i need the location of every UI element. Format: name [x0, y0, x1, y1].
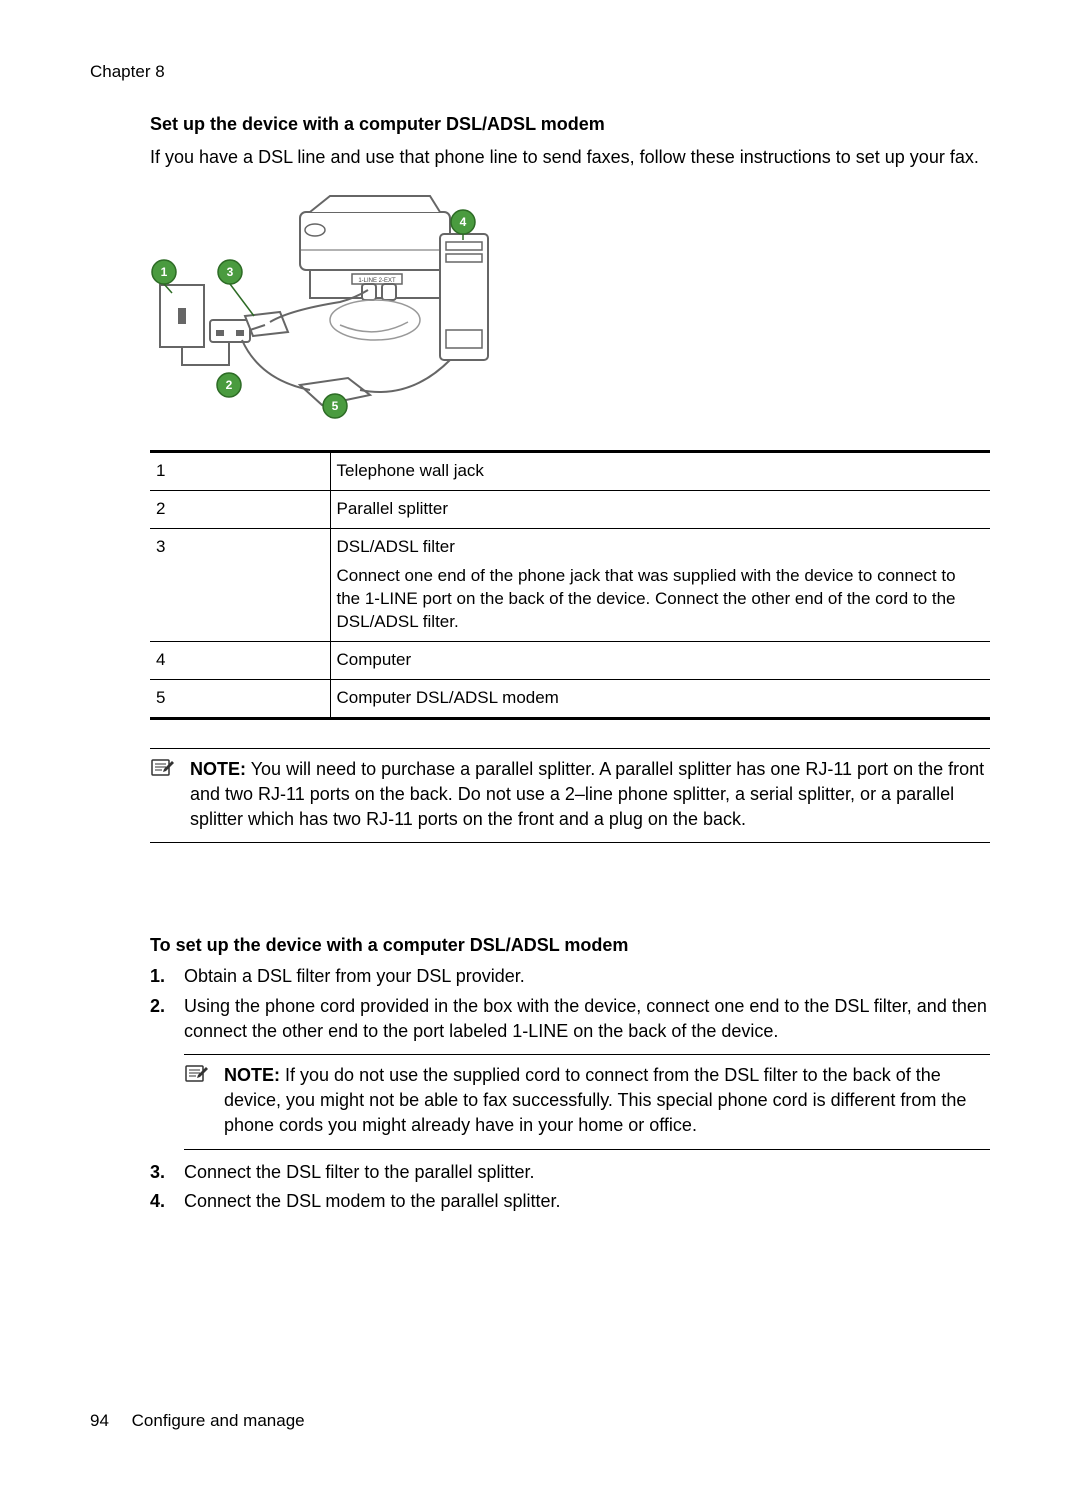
steps-list: Obtain a DSL filter from your DSL provid…	[150, 964, 990, 1214]
legend-desc: Parallel splitter	[330, 491, 990, 529]
step-text: Using the phone cord provided in the box…	[184, 996, 987, 1041]
note-icon	[150, 757, 178, 786]
table-row: 4 Computer	[150, 641, 990, 679]
note-label: NOTE:	[190, 759, 246, 779]
legend-num: 4	[150, 641, 330, 679]
legend-desc: Telephone wall jack	[330, 452, 990, 491]
step-item: Connect the DSL filter to the parallel s…	[150, 1160, 990, 1185]
svg-text:2: 2	[226, 378, 233, 392]
legend-num: 3	[150, 529, 330, 642]
svg-text:3: 3	[227, 265, 234, 279]
legend-num: 1	[150, 452, 330, 491]
note-box: NOTE: If you do not use the supplied cor…	[184, 1054, 990, 1150]
legend-body: 1 Telephone wall jack 2 Parallel splitte…	[150, 452, 990, 719]
legend-desc: DSL/ADSL filter Connect one end of the p…	[330, 529, 990, 642]
note-body: If you do not use the supplied cord to c…	[224, 1065, 966, 1135]
step-item: Connect the DSL modem to the parallel sp…	[150, 1189, 990, 1214]
legend-subdesc: Connect one end of the phone jack that w…	[337, 565, 981, 634]
note-text: NOTE: You will need to purchase a parall…	[190, 757, 990, 833]
table-row: 1 Telephone wall jack	[150, 452, 990, 491]
legend-table: 1 Telephone wall jack 2 Parallel splitte…	[150, 450, 990, 720]
setup-diagram: 1-LINE 2-EXT	[150, 190, 990, 420]
legend-desc: Computer	[330, 641, 990, 679]
table-row: 5 Computer DSL/ADSL modem	[150, 679, 990, 718]
step-item: Using the phone cord provided in the box…	[150, 994, 990, 1150]
intro-paragraph: If you have a DSL line and use that phon…	[150, 145, 990, 170]
page-footer: 94 Configure and manage	[90, 1409, 305, 1433]
subsection-title: To set up the device with a computer DSL…	[150, 933, 990, 958]
main-content: Set up the device with a computer DSL/AD…	[150, 112, 990, 1214]
chapter-header: Chapter 8	[90, 60, 990, 84]
footer-section-name: Configure and manage	[132, 1411, 305, 1430]
section-title: Set up the device with a computer DSL/AD…	[150, 112, 990, 137]
table-row: 2 Parallel splitter	[150, 491, 990, 529]
svg-text:1: 1	[161, 265, 168, 279]
note-icon	[184, 1063, 212, 1092]
legend-desc: Computer DSL/ADSL modem	[330, 679, 990, 718]
svg-text:5: 5	[332, 399, 339, 413]
note-body: You will need to purchase a parallel spl…	[190, 759, 984, 829]
legend-num: 2	[150, 491, 330, 529]
page-number: 94	[90, 1409, 109, 1433]
legend-num: 5	[150, 679, 330, 718]
device-illustration: 1-LINE 2-EXT	[300, 196, 450, 300]
table-row: 3 DSL/ADSL filter Connect one end of the…	[150, 529, 990, 642]
note-label: NOTE:	[224, 1065, 280, 1085]
note-box: NOTE: You will need to purchase a parall…	[150, 748, 990, 844]
note-text: NOTE: If you do not use the supplied cor…	[224, 1063, 990, 1139]
svg-text:4: 4	[460, 215, 467, 229]
step-item: Obtain a DSL filter from your DSL provid…	[150, 964, 990, 989]
